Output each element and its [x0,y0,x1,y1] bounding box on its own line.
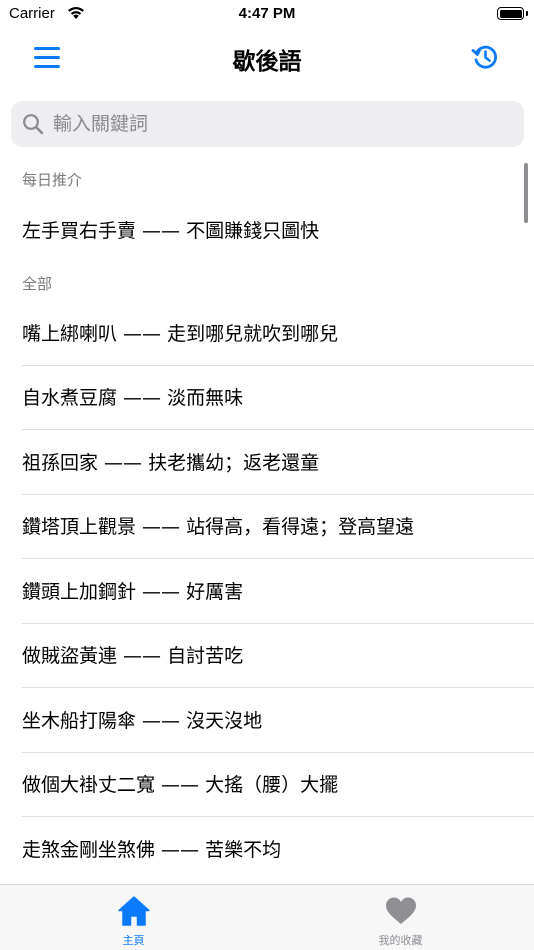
list-item[interactable]: 祖孫回家 —— 扶老攜幼；返老還童 [0,431,534,495]
row-divider [22,558,534,559]
list-item-text: 左手買右手賣 —— 不圖賺錢只圖快 [22,220,320,242]
list-item-text: 做個大褂丈二寬 —— 大搖（腰）大擺 [22,774,339,796]
list-item-text: 鑽頭上加鋼針 —— 好厲害 [22,581,244,603]
history-clock-icon[interactable] [470,42,500,72]
navigation-bar: 歇後語 [0,30,534,86]
list-item[interactable]: 做賊盜黃連 —— 自討苦吃 [0,624,534,688]
list-item-text: 做賊盜黃連 —— 自討苦吃 [22,645,244,667]
list-item-text: 嘴上綁喇叭 —— 走到哪兒就吹到哪兒 [22,323,339,345]
list-item-text: 走煞金剛坐煞佛 —— 苦樂不均 [22,839,282,861]
tab-home-label: 主頁 [122,934,145,947]
row-divider [22,429,534,430]
search-bar[interactable] [11,101,524,147]
section-header-all: 全部 [22,275,53,293]
scroll-indicator[interactable] [524,163,528,223]
row-divider [22,687,534,688]
battery-icon [497,7,524,20]
search-icon [23,114,44,135]
heart-icon [385,897,416,924]
list-item[interactable]: 做個大褂丈二寬 —— 大搖（腰）大擺 [0,753,534,817]
tab-favorites[interactable]: 我的收藏 [267,885,534,950]
home-icon [117,896,150,926]
list-item-text: 鑽塔頂上觀景 —— 站得高，看得遠；登高望遠 [22,516,415,538]
status-bar: Carrier 4:47 PM [0,0,534,30]
list-item[interactable]: 走煞金剛坐煞佛 —— 苦樂不均 [0,818,534,882]
row-divider [22,816,534,817]
list-item[interactable]: 自水煮豆腐 —— 淡而無味 [0,366,534,430]
list-item-text: 坐木船打陽傘 —— 沒天沒地 [22,710,263,732]
tab-home[interactable]: 主頁 [0,885,267,950]
search-input[interactable] [53,113,493,135]
list-item[interactable]: 鑽塔頂上觀景 —— 站得高，看得遠；登高望遠 [0,495,534,559]
list-item-text: 自水煮豆腐 —— 淡而無味 [22,387,244,409]
section-header-daily: 每日推介 [22,171,83,189]
page-title: 歇後語 [232,49,302,75]
daily-recommendation-row[interactable]: 左手買右手賣 —— 不圖賺錢只圖快 [0,199,534,263]
tab-favorites-label: 我的收藏 [378,934,423,947]
clock: 4:47 PM [238,5,296,22]
list-item[interactable]: 鑽頭上加鋼針 —— 好厲害 [0,560,534,624]
battery-cap [526,11,528,16]
list-item[interactable]: 坐木船打陽傘 —— 沒天沒地 [0,689,534,753]
list-item[interactable]: 嘴上綁喇叭 —— 走到哪兒就吹到哪兒 [0,302,534,366]
tab-bar: 主頁 我的收藏 [0,884,534,950]
list-item-text: 祖孫回家 —— 扶老攜幼；返老還童 [22,452,320,474]
